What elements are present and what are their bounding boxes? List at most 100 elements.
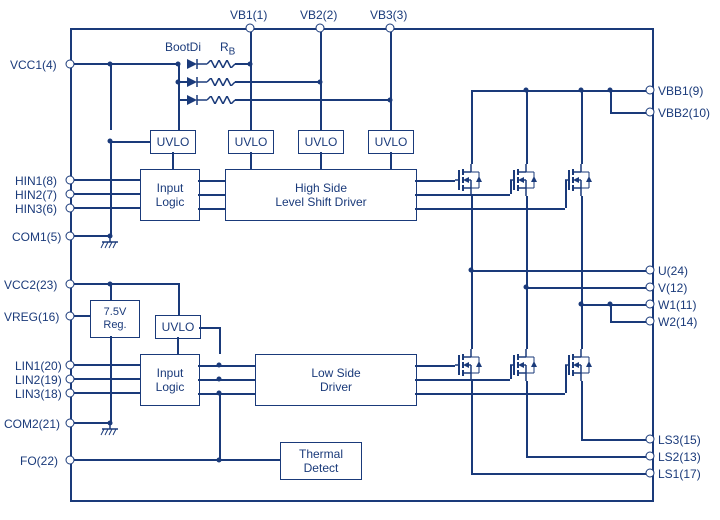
- wire: [471, 270, 473, 349]
- wire: [610, 112, 646, 114]
- mosfet-icon: [455, 164, 487, 196]
- pin-com1-label: COM1(5): [12, 230, 61, 244]
- wire: [415, 180, 455, 182]
- pin-ls3-label: LS3(15): [658, 433, 701, 447]
- wire: [110, 336, 112, 423]
- wire: [198, 365, 255, 367]
- rb-label: RB: [220, 40, 235, 57]
- bootdi-label: BootDi: [165, 40, 201, 54]
- pin-com2-label: COM2(21): [4, 417, 60, 431]
- node-dot: [248, 62, 253, 67]
- node-dot: [388, 98, 393, 103]
- mosfet-icon: [510, 349, 542, 381]
- wire: [74, 364, 140, 366]
- wire: [198, 208, 225, 210]
- wire: [198, 393, 255, 395]
- wire: [219, 394, 221, 460]
- wire: [415, 208, 565, 210]
- wire: [110, 63, 112, 130]
- uvlo-block: UVLO: [150, 130, 196, 154]
- wire: [526, 287, 528, 349]
- wire: [471, 90, 473, 164]
- node-dot: [176, 62, 181, 67]
- pin-lin2-label: LIN2(19): [15, 373, 62, 387]
- node-dot: [318, 80, 323, 85]
- input-logic-block: Input Logic: [140, 169, 200, 221]
- node-dot: [108, 139, 113, 144]
- pin-w1-port: [646, 300, 655, 309]
- pin-vb3-label: VB3(3): [370, 8, 407, 22]
- uvlo-block: UVLO: [368, 130, 414, 154]
- node-dot: [608, 302, 613, 307]
- pin-ls2-label: LS2(13): [658, 450, 701, 464]
- wire: [581, 304, 583, 349]
- wire: [390, 152, 392, 169]
- node-dot: [524, 88, 529, 93]
- node-dot: [217, 363, 222, 368]
- wire: [219, 327, 221, 354]
- pin-w1-label: W1(11): [658, 298, 696, 312]
- wire: [610, 321, 646, 323]
- pin-hin1-label: HIN1(8): [15, 174, 57, 188]
- wire: [74, 378, 140, 380]
- mosfet-icon: [510, 164, 542, 196]
- wire: [610, 304, 612, 321]
- pin-vbb2-port: [646, 108, 655, 117]
- resistor-icon: [207, 60, 235, 68]
- pin-vbb1-port: [646, 86, 655, 95]
- node-dot: [108, 62, 113, 67]
- thermal-detect-block: Thermal Detect: [280, 442, 362, 480]
- rb-r: R: [220, 40, 229, 54]
- wire: [526, 381, 528, 456]
- wire: [74, 392, 140, 394]
- resistor-icon: [207, 78, 235, 86]
- mosfet-icon: [455, 349, 487, 381]
- mosfet-icon: [565, 349, 597, 381]
- wire: [471, 90, 646, 92]
- wire: [235, 99, 390, 101]
- pin-ls1-port: [646, 469, 655, 478]
- pin-vbb1-label: VBB1(9): [658, 84, 703, 98]
- input-logic-block: Input Logic: [140, 354, 200, 406]
- pin-ls1-label: LS1(17): [658, 467, 701, 481]
- wire: [526, 90, 528, 164]
- resistor-icon: [207, 96, 235, 104]
- wire: [415, 365, 455, 367]
- wire: [471, 473, 646, 475]
- wire: [526, 196, 528, 287]
- wire: [198, 180, 225, 182]
- node-dot: [217, 391, 222, 396]
- wire: [110, 141, 112, 236]
- wire: [526, 287, 646, 289]
- diode-icon: [185, 58, 207, 70]
- wire: [471, 270, 646, 272]
- wire: [198, 194, 225, 196]
- wire: [415, 393, 565, 395]
- pin-w2-label: W2(14): [658, 315, 697, 329]
- pin-w2-port: [646, 317, 655, 326]
- pin-ls3-port: [646, 435, 655, 444]
- wire: [250, 152, 252, 169]
- wire: [581, 381, 583, 439]
- pin-u-port: [646, 266, 655, 275]
- wire: [320, 152, 322, 169]
- uvlo-block: UVLO: [155, 315, 201, 339]
- pin-fo-label: FO(22): [20, 454, 58, 468]
- pin-lin1-label: LIN1(20): [15, 359, 62, 373]
- wire: [178, 63, 180, 130]
- wire: [235, 81, 320, 83]
- wire: [110, 283, 178, 285]
- pin-hin3-label: HIN3(6): [15, 202, 57, 216]
- ground-icon: [100, 236, 120, 252]
- rb-b: B: [229, 46, 236, 57]
- wire: [74, 207, 140, 209]
- uvlo-block: UVLO: [228, 130, 274, 154]
- pin-vcc2-label: VCC2(23): [4, 278, 57, 292]
- wire: [178, 283, 180, 315]
- wire: [110, 141, 150, 143]
- pin-vb1-label: VB1(1): [230, 8, 267, 22]
- pin-hin2-label: HIN2(7): [15, 188, 57, 202]
- wire: [74, 179, 140, 181]
- wire: [526, 456, 646, 458]
- ground-icon: [100, 423, 120, 439]
